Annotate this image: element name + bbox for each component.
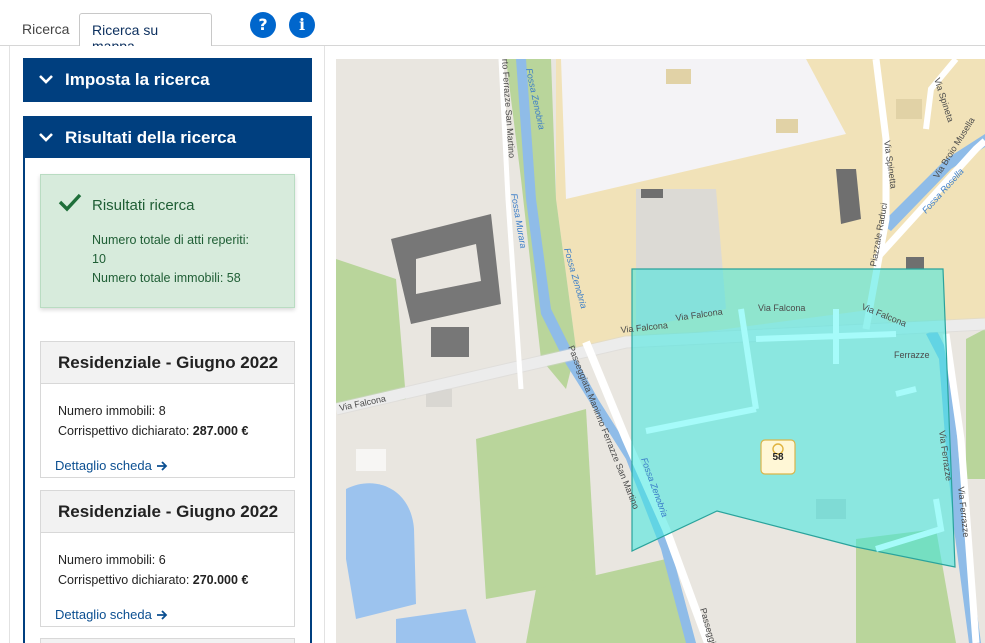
cluster-count: 58 — [772, 452, 784, 463]
result-card: Residenziale - Giugno 2022 Numero immobi… — [40, 490, 295, 627]
total-acts-label: Numero totale di atti reperiti: — [92, 233, 250, 247]
detail-link-label: Dettaglio scheda — [55, 458, 152, 473]
building — [666, 69, 691, 84]
result-card: Residenziale - Giugno 2022 Numero immobi… — [40, 341, 295, 478]
building — [356, 449, 386, 471]
building — [776, 119, 798, 133]
building — [641, 189, 663, 198]
arrow-right-icon — [156, 610, 168, 620]
total-properties: Numero totale immobili: 58 — [92, 271, 241, 285]
detail-link-label: Dettaglio scheda — [55, 607, 152, 622]
results-summary-title: Risultati ricerca — [92, 197, 195, 214]
arrow-right-icon — [156, 461, 168, 471]
card-property-count: Numero immobili: 6 — [58, 553, 166, 567]
label-via-falcona: Via Falcona — [758, 303, 805, 313]
map-canvas[interactable]: 58 Via Falcona Via Falcona Via Falcona V… — [336, 59, 985, 643]
result-card-partial — [40, 638, 295, 643]
building — [906, 257, 924, 269]
price-label: Corrispettivo dichiarato: — [58, 573, 193, 587]
checkmark-icon — [58, 193, 82, 212]
map-view[interactable]: 58 Via Falcona Via Falcona Via Falcona V… — [336, 59, 985, 643]
tab-ricerca-su-mappa[interactable]: Ricerca su mappa — [79, 13, 212, 54]
tab-ricerca[interactable]: Ricerca — [12, 13, 79, 46]
info-icon[interactable]: i — [289, 12, 315, 38]
card-property-count: Numero immobili: 8 — [58, 404, 166, 418]
accordion-title: Imposta la ricerca — [65, 70, 210, 89]
label-ferrazze: Ferrazze — [894, 350, 930, 360]
results-summary-box: Risultati ricerca Numero totale di atti … — [40, 174, 295, 308]
card-price: Corrispettivo dichiarato: 287.000 € — [58, 424, 248, 438]
card-price: Corrispettivo dichiarato: 270.000 € — [58, 573, 248, 587]
chevron-down-icon — [39, 75, 53, 84]
park-area — [336, 259, 406, 409]
park-area — [476, 409, 596, 599]
accordion-title: Risultati della ricerca — [65, 128, 237, 147]
card-title: Residenziale - Giugno 2022 — [41, 342, 294, 384]
building — [431, 327, 469, 357]
price-value: 270.000 € — [192, 573, 249, 587]
total-acts-value: 10 — [92, 252, 106, 266]
pond — [346, 483, 416, 619]
tab-bar: Ricerca Ricerca su mappa ? i — [0, 0, 985, 54]
cluster-marker[interactable]: 58 — [760, 439, 796, 475]
accordion-risultati-ricerca[interactable]: Risultati della ricerca — [23, 116, 312, 158]
price-value: 287.000 € — [192, 424, 249, 438]
card-title: Residenziale - Giugno 2022 — [41, 491, 294, 533]
building — [896, 99, 922, 119]
price-label: Corrispettivo dichiarato: — [58, 424, 193, 438]
park-area — [966, 329, 985, 479]
detail-link[interactable]: Dettaglio scheda — [55, 458, 168, 473]
question-mark-icon[interactable]: ? — [250, 12, 276, 38]
accordion-imposta-ricerca[interactable]: Imposta la ricerca — [23, 58, 312, 102]
chevron-down-icon — [39, 133, 53, 142]
detail-link[interactable]: Dettaglio scheda — [55, 607, 168, 622]
